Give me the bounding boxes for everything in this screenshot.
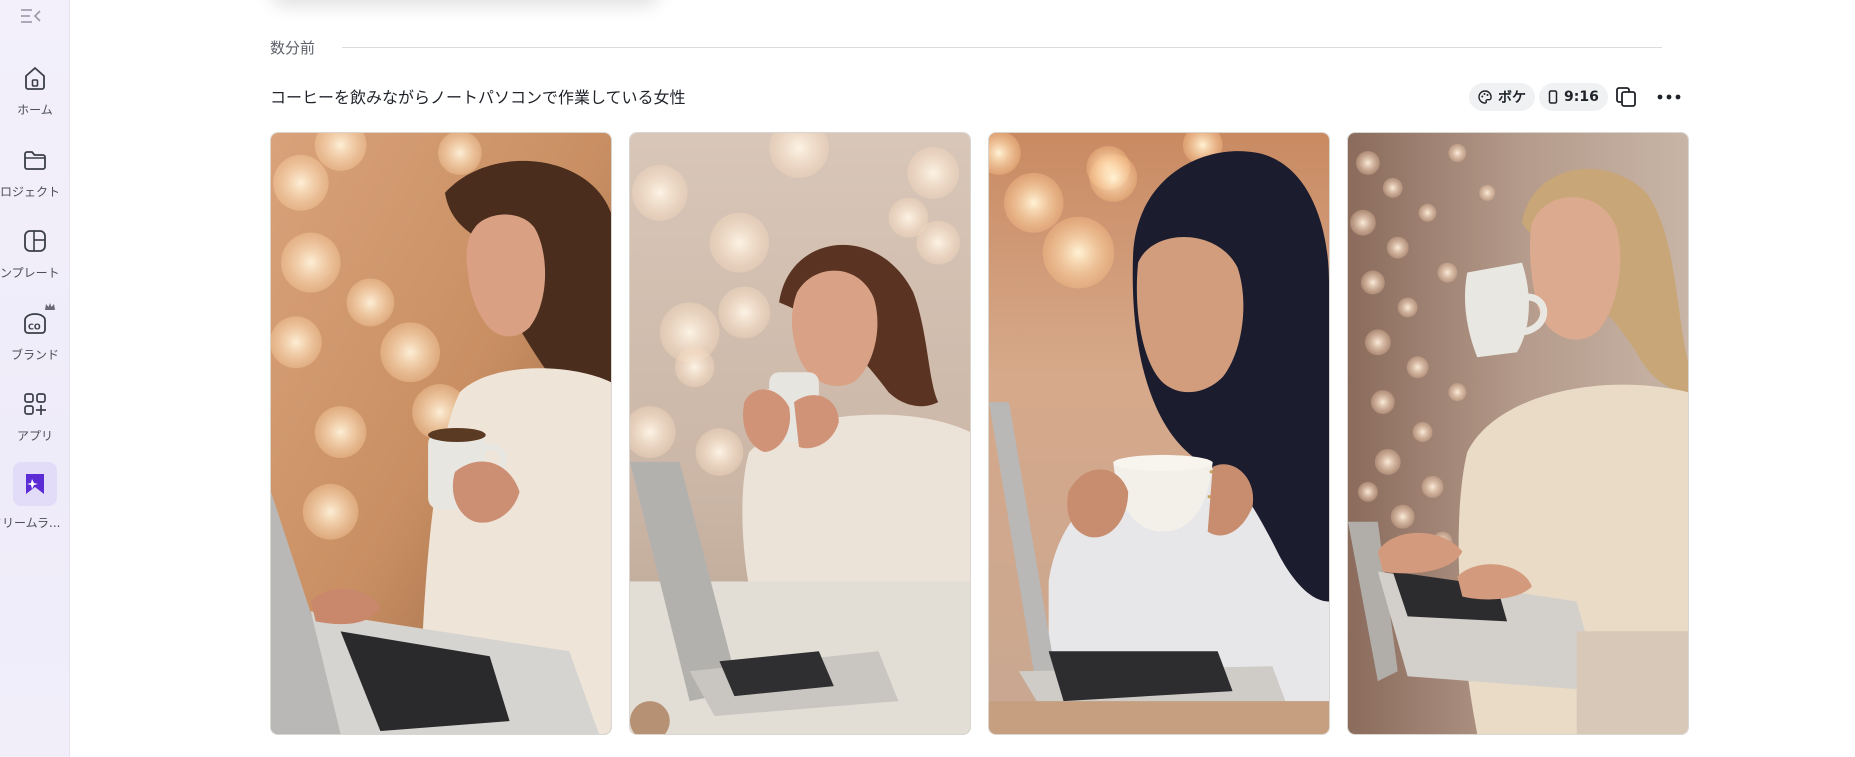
style-chip-label: ボケ	[1498, 90, 1526, 106]
aspect-ratio-chip[interactable]: 9:16	[1539, 83, 1608, 111]
sidebar-item-label: プロジェクト	[0, 185, 61, 199]
sidebar-item-projects[interactable]: プロジェクト	[0, 145, 69, 200]
sidebar-item-label: アプリ	[16, 429, 53, 443]
crown-icon	[45, 303, 55, 310]
aspect-ratio-label: 9:16	[1564, 89, 1599, 105]
generated-image-1[interactable]	[270, 132, 612, 735]
collapse-sidebar-icon[interactable]	[20, 8, 42, 24]
history-timestamp: 数分前	[270, 39, 316, 57]
home-icon	[25, 67, 45, 90]
sidebar-item-label: ドリームラ...	[0, 516, 61, 530]
generated-image-3-picture	[989, 133, 1329, 734]
sidebar-item-label: ホーム	[17, 103, 53, 117]
generated-image-2-picture	[630, 133, 970, 734]
prompt-text: コーヒーを飲みながらノートパソコンで作業している女性	[270, 88, 686, 107]
generated-image-4-picture	[1348, 133, 1688, 734]
svg-text:CO: CO	[28, 323, 41, 332]
more-options-icon	[1657, 94, 1681, 100]
generated-image-1-picture	[271, 133, 611, 734]
sidebar-item-dream-lab[interactable]: ドリームラ...	[0, 462, 69, 531]
apps-icon	[24, 393, 46, 415]
sidebar-item-templates[interactable]: テンプレート	[0, 226, 69, 281]
generated-image-3[interactable]	[988, 132, 1330, 735]
copy-icon	[1616, 87, 1636, 107]
copy-button[interactable]	[1611, 82, 1641, 112]
sidebar-item-label: ブランド	[10, 348, 59, 362]
generated-image-2[interactable]	[629, 132, 971, 735]
style-chip[interactable]: ボケ	[1469, 83, 1535, 111]
more-options-button[interactable]	[1654, 82, 1684, 112]
sidebar: ホーム プロジェクト テンプレート CO ブランド	[0, 0, 70, 757]
dream-lab-icon	[13, 462, 57, 506]
sidebar-item-apps[interactable]: アプリ	[0, 389, 69, 444]
sidebar-item-label: テンプレート	[0, 266, 60, 280]
folder-icon	[24, 151, 46, 170]
brand-icon: CO	[24, 313, 46, 334]
template-icon	[24, 230, 46, 252]
generated-image-4[interactable]	[1347, 132, 1689, 735]
sidebar-item-brand[interactable]: CO ブランド	[0, 303, 69, 363]
phone-portrait-icon	[1548, 90, 1558, 104]
palette-icon	[1478, 90, 1492, 104]
divider	[342, 47, 1662, 48]
sidebar-item-home[interactable]: ホーム	[0, 63, 69, 118]
